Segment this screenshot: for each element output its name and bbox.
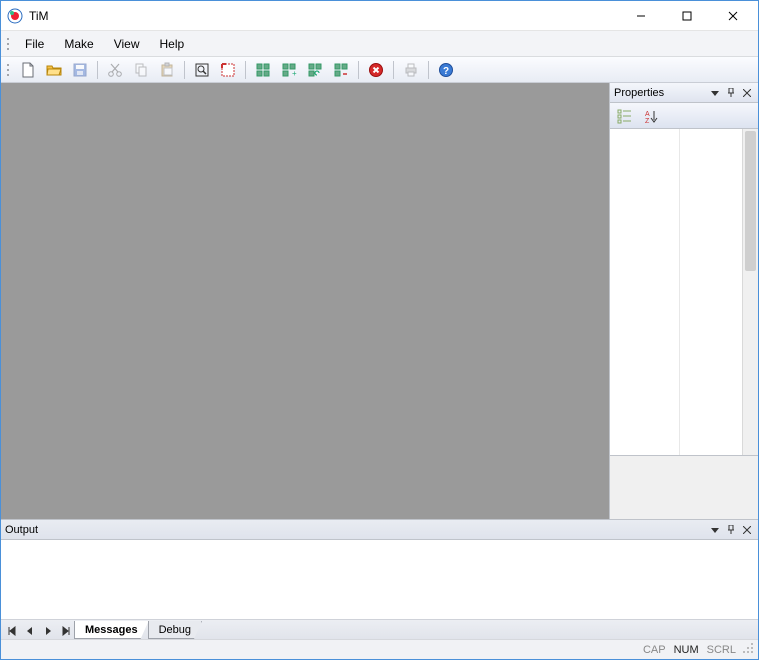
properties-description [610, 455, 758, 519]
menu-bar: File Make View Help [1, 31, 758, 57]
toolbar-gripper[interactable] [5, 61, 11, 79]
status-bar: CAP NUM SCRL [1, 639, 758, 659]
menu-help[interactable]: Help [149, 34, 194, 54]
panel-close-icon[interactable] [740, 523, 754, 537]
properties-grid[interactable] [610, 129, 758, 455]
copy-button[interactable] [129, 59, 153, 81]
properties-panel: Properties AZ [609, 83, 758, 519]
layout-button-2[interactable]: + [277, 59, 301, 81]
open-button[interactable] [42, 59, 66, 81]
layout-minus-icon [333, 62, 349, 78]
output-panel: Output Messages Debug [1, 519, 758, 639]
output-tabs: Messages Debug [1, 619, 758, 639]
output-body[interactable] [1, 540, 758, 619]
properties-categorized-button[interactable] [614, 105, 636, 127]
alphabetical-icon: AZ [643, 108, 659, 124]
tab-nav-last[interactable] [58, 623, 74, 639]
resize-grip-icon[interactable] [742, 642, 754, 657]
panel-close-icon[interactable] [740, 86, 754, 100]
stop-button[interactable] [364, 59, 388, 81]
save-icon [72, 62, 88, 78]
print-icon [403, 62, 419, 78]
tab-debug-label: Debug [159, 624, 191, 636]
panel-dropdown-icon[interactable] [708, 523, 722, 537]
layout-refresh-icon [307, 62, 323, 78]
stop-icon [368, 62, 384, 78]
cut-icon [107, 62, 123, 78]
categorized-icon [617, 108, 633, 124]
minimize-button[interactable] [618, 1, 664, 30]
tab-nav-prev[interactable] [22, 623, 38, 639]
menu-make[interactable]: Make [54, 34, 103, 54]
layout-button-4[interactable] [329, 59, 353, 81]
output-header[interactable]: Output [1, 520, 758, 540]
layout-icon [255, 62, 271, 78]
svg-text:+: + [292, 69, 297, 78]
toolbar-separator [358, 61, 359, 79]
new-file-button[interactable] [16, 59, 40, 81]
new-file-icon [20, 62, 36, 78]
svg-text:Z: Z [645, 118, 650, 124]
properties-title: Properties [614, 87, 706, 99]
paste-button[interactable] [155, 59, 179, 81]
menubar-gripper[interactable] [5, 35, 11, 53]
menu-file[interactable]: File [15, 34, 54, 54]
help-icon: ? [438, 62, 454, 78]
status-scrl: SCRL [707, 644, 736, 656]
app-title: TiM [29, 9, 618, 23]
tab-messages[interactable]: Messages [74, 621, 149, 639]
paste-icon [159, 62, 175, 78]
save-button[interactable] [68, 59, 92, 81]
toolbar-separator [97, 61, 98, 79]
print-button[interactable] [399, 59, 423, 81]
tab-messages-label: Messages [85, 624, 138, 636]
tab-nav-first[interactable] [4, 623, 20, 639]
zoom-box-button[interactable] [190, 59, 214, 81]
status-cap: CAP [643, 644, 666, 656]
toolbar-separator [184, 61, 185, 79]
main-area: Properties AZ [1, 83, 758, 519]
close-button[interactable] [710, 1, 756, 30]
status-num: NUM [674, 644, 699, 656]
toolbar: + ? [1, 57, 758, 83]
panel-dropdown-icon[interactable] [708, 86, 722, 100]
layout-button-3[interactable] [303, 59, 327, 81]
help-button[interactable]: ? [434, 59, 458, 81]
layout-button-1[interactable] [251, 59, 275, 81]
cut-button[interactable] [103, 59, 127, 81]
toolbar-separator [428, 61, 429, 79]
properties-header[interactable]: Properties [610, 83, 758, 103]
tab-nav-next[interactable] [40, 623, 56, 639]
scrollbar-thumb[interactable] [745, 131, 756, 271]
app-icon [7, 8, 23, 24]
open-folder-icon [46, 62, 62, 78]
svg-text:A: A [645, 111, 650, 118]
svg-text:?: ? [443, 66, 449, 77]
properties-toolbar: AZ [610, 103, 758, 129]
toolbar-separator [393, 61, 394, 79]
tab-debug[interactable]: Debug [148, 621, 202, 639]
select-region-button[interactable] [216, 59, 240, 81]
maximize-button[interactable] [664, 1, 710, 30]
output-title: Output [5, 524, 706, 536]
title-bar: TiM [1, 1, 758, 31]
properties-name-column [610, 129, 680, 455]
workspace[interactable] [1, 83, 609, 519]
zoom-box-icon [194, 62, 210, 78]
properties-value-column [680, 129, 742, 455]
panel-pin-icon[interactable] [724, 86, 738, 100]
menu-view[interactable]: View [104, 34, 150, 54]
layout-plus-icon: + [281, 62, 297, 78]
copy-icon [133, 62, 149, 78]
panel-pin-icon[interactable] [724, 523, 738, 537]
toolbar-separator [245, 61, 246, 79]
select-region-icon [220, 62, 236, 78]
properties-scrollbar[interactable] [742, 129, 758, 455]
properties-alphabetical-button[interactable]: AZ [640, 105, 662, 127]
